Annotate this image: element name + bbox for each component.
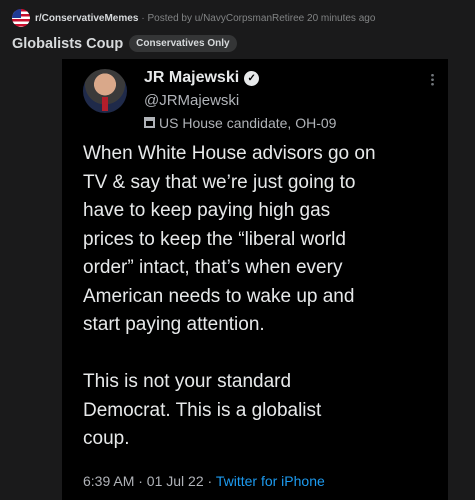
us-flag-icon[interactable] (12, 9, 30, 27)
tweet-text: When White House advisors go on TV & say… (83, 143, 376, 449)
post-title-row: Globalists Coup Conservatives Only (12, 35, 237, 52)
tweet-label: US House candidate, OH-09 (144, 115, 336, 131)
avatar (83, 69, 127, 113)
tweet-screenshot[interactable]: JR Majewski ✓ @JRMajewski US House candi… (62, 59, 448, 500)
post-meta: r/ConservativeMemes · Posted by u/NavyCo… (12, 9, 467, 27)
tweet-source: Twitter for iPhone (215, 473, 325, 489)
post-byline: · Posted by u/NavyCorpsmanRetiree 20 min… (141, 12, 376, 24)
verified-icon: ✓ (244, 70, 260, 86)
building-icon (144, 116, 155, 128)
post-title[interactable]: Globalists Coup (12, 36, 123, 52)
tweet-label-text: US House candidate, OH-09 (159, 115, 337, 131)
post-flair[interactable]: Conservatives Only (129, 35, 237, 52)
subreddit-link[interactable]: r/ConservativeMemes (35, 13, 138, 24)
tweet-author-name: JR Majewski (144, 69, 240, 86)
tweet-footer: 6:39 AM · 01 Jul 22 · Twitter for iPhone (83, 473, 325, 489)
tweet-author: JR Majewski ✓ (144, 69, 260, 87)
more-icon (431, 73, 434, 86)
tweet-timestamp: 6:39 AM · 01 Jul 22 · (83, 473, 216, 489)
tweet-handle: @JRMajewski (144, 92, 240, 109)
